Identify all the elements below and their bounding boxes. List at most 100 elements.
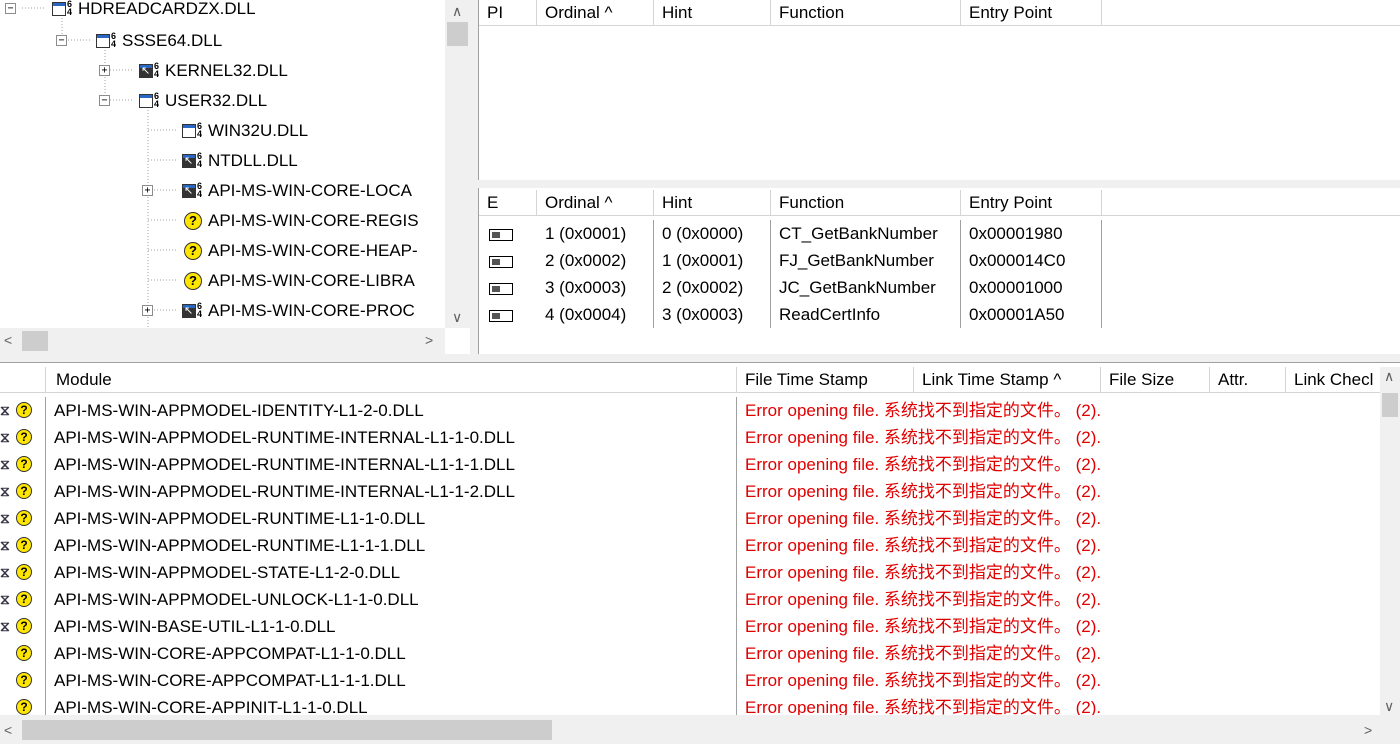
scroll-right-icon[interactable]: > bbox=[425, 333, 433, 347]
delay-load-icon: ⧖ bbox=[0, 537, 10, 553]
tree-node-root[interactable]: 64 HDREADCARDZX.DLL bbox=[52, 0, 256, 24]
module-name-cell: API-MS-WIN-APPMODEL-RUNTIME-INTERNAL-L1-… bbox=[46, 424, 737, 451]
scroll-down-icon[interactable]: ∨ bbox=[452, 310, 462, 324]
scroll-left-icon[interactable]: < bbox=[4, 723, 12, 737]
tree-node-ntdll[interactable]: 64 NTDLL.DLL bbox=[182, 146, 298, 176]
module-error-cell: Error opening file. 系统找不到指定的文件。 (2). bbox=[745, 482, 1102, 501]
module-row[interactable]: ⧖? API-MS-WIN-APPMODEL-RUNTIME-INTERNAL-L… bbox=[0, 451, 1380, 478]
export-ordinal-cell: 3 (0x0003) bbox=[537, 274, 654, 301]
scroll-up-icon[interactable]: ∧ bbox=[452, 4, 462, 18]
delay-load-icon: ⧖ bbox=[0, 564, 10, 580]
module-row[interactable]: ? API-MS-WIN-CORE-APPCOMPAT-L1-1-1.DLL Err… bbox=[0, 667, 1380, 694]
scrollbar-thumb[interactable] bbox=[1382, 393, 1398, 417]
collapse-icon[interactable]: − bbox=[5, 3, 16, 14]
column-entry-point[interactable]: Entry Point bbox=[961, 0, 1102, 26]
module-row[interactable]: ⧖? API-MS-WIN-APPMODEL-UNLOCK-L1-1-0.DLL E… bbox=[0, 586, 1380, 613]
delay-load-icon: ⧖ bbox=[0, 402, 10, 418]
module-error-cell: Error opening file. 系统找不到指定的文件。 (2). bbox=[745, 644, 1102, 663]
export-type-cell bbox=[479, 301, 537, 328]
dll-module-icon: 64 bbox=[96, 32, 118, 50]
module-status-cell: ? bbox=[0, 640, 46, 667]
expand-icon[interactable]: + bbox=[99, 65, 110, 76]
module-tree-pane[interactable]: − 64 HDREADCARDZX.DLL − 64 SSSE64.DLL + … bbox=[0, 0, 470, 354]
delay-load-icon: ⧖ bbox=[0, 456, 10, 472]
expand-icon[interactable]: + bbox=[142, 305, 153, 316]
module-row[interactable]: ? API-MS-WIN-CORE-APPCOMPAT-L1-1-0.DLL Err… bbox=[0, 640, 1380, 667]
column-e[interactable]: E bbox=[479, 190, 537, 216]
missing-module-icon: ? bbox=[16, 672, 32, 688]
export-row[interactable]: 1 (0x0001) 0 (0x0000) CT_GetBankNumber 0x00… bbox=[479, 220, 1102, 247]
scroll-left-icon[interactable]: < bbox=[4, 333, 12, 347]
tree-node-api-core-loca[interactable]: 64 API-MS-WIN-CORE-LOCA bbox=[182, 176, 412, 206]
tree-node-api-core-libra[interactable]: ? API-MS-WIN-CORE-LIBRA bbox=[182, 266, 415, 296]
export-hint-cell: 3 (0x0003) bbox=[654, 301, 771, 328]
missing-module-icon: ? bbox=[16, 483, 32, 499]
column-attr[interactable]: Attr. bbox=[1210, 367, 1286, 393]
column-link-checksum[interactable]: Link Checl bbox=[1286, 367, 1380, 393]
collapse-icon[interactable]: − bbox=[56, 35, 67, 46]
scroll-up-icon[interactable]: ∧ bbox=[1384, 369, 1394, 383]
export-hint-cell: 1 (0x0001) bbox=[654, 247, 771, 274]
module-name-cell: API-MS-WIN-APPMODEL-RUNTIME-L1-1-1.DLL bbox=[46, 532, 737, 559]
tree-node-ssse64[interactable]: 64 SSSE64.DLL bbox=[96, 26, 222, 56]
scrollbar-thumb[interactable] bbox=[22, 720, 552, 740]
collapse-icon[interactable]: − bbox=[99, 95, 110, 106]
scroll-right-icon[interactable]: > bbox=[1364, 723, 1372, 737]
export-entry-cell: 0x00001980 bbox=[961, 220, 1102, 247]
column-file-time-stamp[interactable]: File Time Stamp bbox=[737, 367, 914, 393]
tree-node-api-core-heap[interactable]: ? API-MS-WIN-CORE-HEAP- bbox=[182, 236, 418, 266]
column-function[interactable]: Function bbox=[771, 0, 961, 26]
tree-node-user32[interactable]: 64 USER32.DLL bbox=[139, 86, 267, 116]
module-row[interactable]: ⧖? API-MS-WIN-APPMODEL-RUNTIME-INTERNAL-L… bbox=[0, 424, 1380, 451]
column-hint[interactable]: Hint bbox=[654, 190, 771, 216]
column-ordinal[interactable]: Ordinal ^ bbox=[537, 190, 654, 216]
export-row[interactable]: 4 (0x0004) 3 (0x0003) ReadCertInfo 0x00001A… bbox=[479, 301, 1102, 328]
modules-header: Module File Time Stamp Link Time Stamp ^… bbox=[0, 367, 1380, 393]
module-row[interactable]: ⧖? API-MS-WIN-BASE-UTIL-L1-1-0.DLL Error o… bbox=[0, 613, 1380, 640]
column-file-size[interactable]: File Size bbox=[1101, 367, 1210, 393]
export-function-cell: JC_GetBankNumber bbox=[771, 274, 961, 301]
module-row[interactable]: ⧖? API-MS-WIN-APPMODEL-RUNTIME-L1-1-0.DLL… bbox=[0, 505, 1380, 532]
module-row[interactable]: ⧖? API-MS-WIN-APPMODEL-IDENTITY-L1-2-0.DL… bbox=[0, 397, 1380, 424]
column-link-time-stamp[interactable]: Link Time Stamp ^ bbox=[914, 367, 1101, 393]
module-row[interactable]: ⧖? API-MS-WIN-APPMODEL-STATE-L1-2-0.DLL Er… bbox=[0, 559, 1380, 586]
module-status-cell: ⧖? bbox=[0, 505, 46, 532]
scroll-down-icon[interactable]: ∨ bbox=[1384, 699, 1394, 713]
scrollbar-thumb[interactable] bbox=[22, 331, 48, 351]
imports-pane[interactable]: PI Ordinal ^ Hint Function Entry Point bbox=[478, 0, 1400, 180]
tree-node-label: NTDLL.DLL bbox=[208, 151, 298, 170]
column-entry-point[interactable]: Entry Point bbox=[961, 190, 1102, 216]
column-pi[interactable]: PI bbox=[479, 0, 537, 26]
tree-node-win32u[interactable]: 64 WIN32U.DLL bbox=[182, 116, 308, 146]
tree-horizontal-scrollbar[interactable]: < > bbox=[0, 328, 445, 354]
tree-vertical-scrollbar[interactable]: ∧ ∨ bbox=[445, 0, 470, 328]
tree-node-label: API-MS-WIN-CORE-LOCA bbox=[208, 181, 412, 200]
export-row[interactable]: 2 (0x0002) 1 (0x0001) FJ_GetBankNumber 0x00… bbox=[479, 247, 1102, 274]
export-ordinal-cell: 4 (0x0004) bbox=[537, 301, 654, 328]
delay-load-icon: ⧖ bbox=[0, 429, 10, 445]
expand-icon[interactable]: + bbox=[142, 185, 153, 196]
tree-node-kernel32[interactable]: 64 KERNEL32.DLL bbox=[139, 56, 288, 86]
column-hint[interactable]: Hint bbox=[654, 0, 771, 26]
missing-module-icon: ? bbox=[16, 510, 32, 526]
c-function-icon bbox=[489, 309, 513, 322]
module-row[interactable]: ⧖? API-MS-WIN-APPMODEL-RUNTIME-INTERNAL-L… bbox=[0, 478, 1380, 505]
module-status-cell: ⧖? bbox=[0, 613, 46, 640]
module-row[interactable]: ⧖? API-MS-WIN-APPMODEL-RUNTIME-L1-1-1.DLL… bbox=[0, 532, 1380, 559]
column-ordinal[interactable]: Ordinal ^ bbox=[537, 0, 654, 26]
column-icon[interactable] bbox=[0, 367, 46, 393]
tree-node-api-core-regis[interactable]: ? API-MS-WIN-CORE-REGIS bbox=[182, 206, 419, 236]
column-module[interactable]: Module bbox=[46, 367, 737, 393]
export-function-cell: FJ_GetBankNumber bbox=[771, 247, 961, 274]
delay-load-icon: ⧖ bbox=[0, 618, 10, 634]
export-row[interactable]: 3 (0x0003) 2 (0x0002) JC_GetBankNumber 0x00… bbox=[479, 274, 1102, 301]
exports-pane[interactable]: E Ordinal ^ Hint Function Entry Point 1 … bbox=[478, 188, 1400, 354]
modules-vertical-scrollbar[interactable]: ∧ ∨ bbox=[1380, 367, 1400, 715]
export-entry-cell: 0x000014C0 bbox=[961, 247, 1102, 274]
modules-pane[interactable]: Module File Time Stamp Link Time Stamp ^… bbox=[0, 362, 1400, 744]
export-function-cell: ReadCertInfo bbox=[771, 301, 961, 328]
column-function[interactable]: Function bbox=[771, 190, 961, 216]
modules-horizontal-scrollbar[interactable]: < > bbox=[0, 715, 1400, 744]
scrollbar-thumb[interactable] bbox=[447, 22, 468, 46]
tree-node-api-core-proc[interactable]: 64 API-MS-WIN-CORE-PROC bbox=[182, 296, 415, 326]
